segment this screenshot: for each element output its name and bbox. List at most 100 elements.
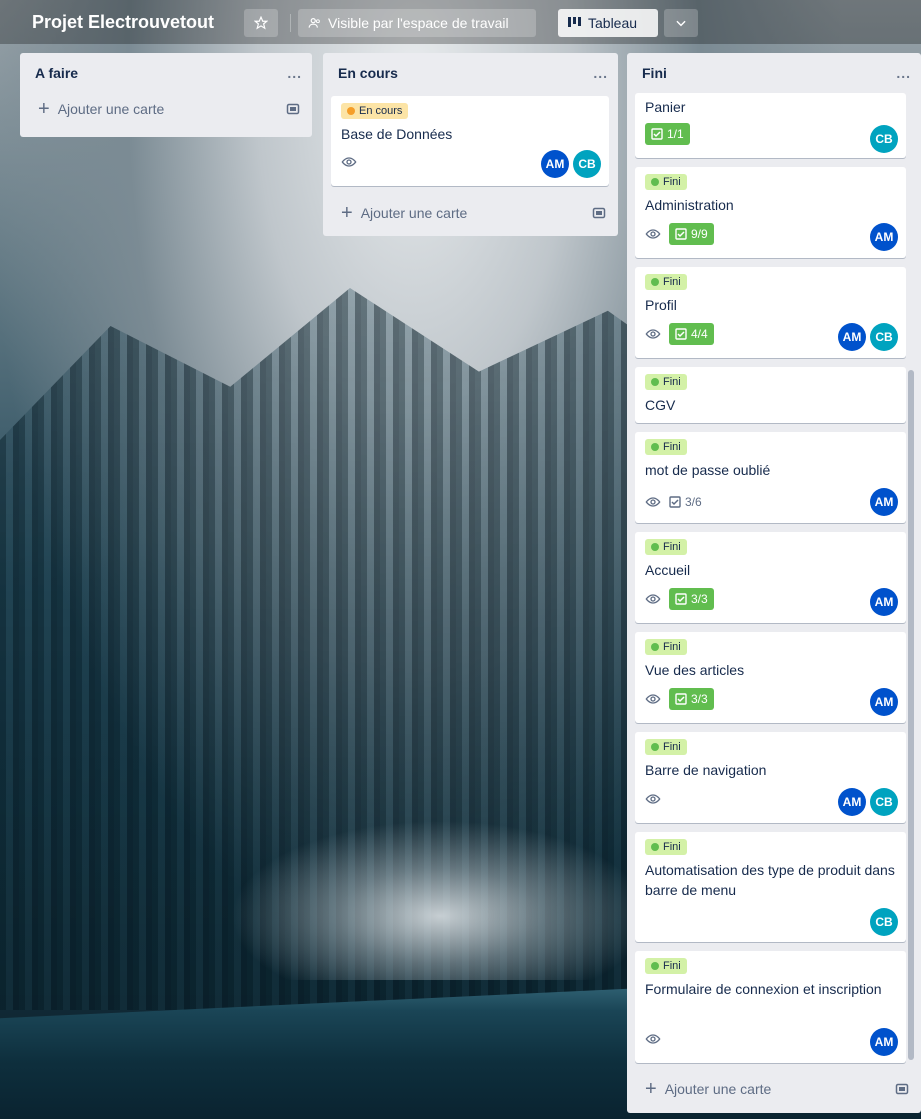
checkbox-icon <box>651 128 663 140</box>
card-members: AM CB <box>838 788 898 816</box>
checklist-badge: 1/1 <box>645 123 690 145</box>
label-fini[interactable]: Fini <box>645 439 687 455</box>
label-fini[interactable]: Fini <box>645 274 687 290</box>
avatar[interactable]: CB <box>870 788 898 816</box>
checkbox-icon <box>675 593 687 605</box>
card-badges: 9/9 <box>645 223 714 245</box>
list-a-faire: A faire ... + Ajouter une carte <box>20 53 312 137</box>
template-icon[interactable] <box>895 1082 909 1096</box>
label-fini[interactable]: Fini <box>645 539 687 555</box>
card-title: Barre de navigation <box>645 762 767 778</box>
checklist-count: 1/1 <box>667 127 684 141</box>
eye-icon <box>645 1034 661 1044</box>
card-title: CGV <box>645 397 676 413</box>
card-title: Vue des articles <box>645 662 745 678</box>
label-dot <box>651 743 659 751</box>
list-header: En cours ... <box>323 53 618 93</box>
label-fini[interactable]: Fini <box>645 174 687 190</box>
avatar[interactable]: CB <box>870 908 898 936</box>
people-icon <box>308 18 320 28</box>
avatar[interactable]: CB <box>870 323 898 351</box>
template-icon[interactable] <box>592 206 606 220</box>
view-switch-button[interactable]: Tableau <box>558 9 658 37</box>
list-title[interactable]: A faire <box>35 65 78 81</box>
card-panier[interactable]: Panier 1/1 CB <box>635 93 906 158</box>
label-text: En cours <box>359 105 403 117</box>
card-badges <box>341 154 357 170</box>
checkbox-icon <box>675 328 687 340</box>
card-members: AM <box>870 588 898 616</box>
eye-icon <box>645 794 661 804</box>
label-en-cours[interactable]: En cours <box>341 103 409 119</box>
card-title: Formulaire de connexion et inscription <box>645 981 882 997</box>
list-menu-button[interactable]: ... <box>287 65 302 81</box>
checkbox-icon <box>675 693 687 705</box>
label-dot <box>651 178 659 186</box>
star-button[interactable] <box>244 9 278 37</box>
label-dot <box>651 543 659 551</box>
label-text: Fini <box>663 541 681 553</box>
label-dot <box>347 107 355 115</box>
list-title[interactable]: Fini <box>642 65 667 81</box>
avatar[interactable]: AM <box>870 588 898 616</box>
avatar[interactable]: AM <box>541 150 569 178</box>
avatar[interactable]: CB <box>870 125 898 153</box>
chevron-down-icon <box>676 20 686 27</box>
card-cgv[interactable]: Fini CGV <box>635 367 906 423</box>
board-header: Projet Electrouvetout Visible par l'espa… <box>0 0 921 44</box>
card-badges: 3/6 <box>645 491 702 513</box>
list-menu-button[interactable]: ... <box>896 65 911 81</box>
avatar[interactable]: AM <box>870 223 898 251</box>
card-administration[interactable]: Fini Administration 9/9 AM <box>635 167 906 258</box>
avatar[interactable]: AM <box>870 1028 898 1056</box>
avatar[interactable]: AM <box>870 688 898 716</box>
card-formulaire-connexion[interactable]: Fini Formulaire de connexion et inscript… <box>635 951 906 1063</box>
avatar[interactable]: AM <box>838 788 866 816</box>
list-fini: Fini ... Panier 1/1 CB Fini Administrati… <box>627 53 921 1113</box>
card-members: AM <box>870 688 898 716</box>
card-automatisation[interactable]: Fini Automatisation des type de produit … <box>635 832 906 942</box>
card-members: AM <box>870 1028 898 1056</box>
card-profil[interactable]: Fini Profil 4/4 AM CB <box>635 267 906 358</box>
template-icon[interactable] <box>286 102 300 116</box>
avatar[interactable]: CB <box>573 150 601 178</box>
avatar[interactable]: AM <box>870 488 898 516</box>
card-badges: 3/3 <box>645 588 714 610</box>
label-dot <box>651 643 659 651</box>
add-card-button[interactable]: + Ajouter une carte <box>627 1073 921 1105</box>
label-fini[interactable]: Fini <box>645 739 687 755</box>
label-fini[interactable]: Fini <box>645 958 687 974</box>
card-mot-de-passe-oublie[interactable]: Fini mot de passe oublié 3/6 AM <box>635 432 906 523</box>
background-snow <box>230 820 650 980</box>
label-fini[interactable]: Fini <box>645 374 687 390</box>
checklist-badge: 3/3 <box>669 588 714 610</box>
checklist-count: 9/9 <box>691 227 708 241</box>
board-title[interactable]: Projet Electrouvetout <box>32 8 214 36</box>
avatar[interactable]: AM <box>838 323 866 351</box>
eye-icon <box>645 329 661 339</box>
card-vue-des-articles[interactable]: Fini Vue des articles 3/3 AM <box>635 632 906 723</box>
label-dot <box>651 443 659 451</box>
add-card-button[interactable]: + Ajouter une carte <box>20 93 312 125</box>
view-dropdown-button[interactable] <box>664 9 698 37</box>
label-text: Fini <box>663 276 681 288</box>
card-title: Profil <box>645 297 677 313</box>
list-title[interactable]: En cours <box>338 65 398 81</box>
visibility-button[interactable]: Visible par l'espace de travail <box>298 9 536 37</box>
checklist-badge: 9/9 <box>669 223 714 245</box>
plus-icon: + <box>38 98 50 120</box>
card-accueil[interactable]: Fini Accueil 3/3 AM <box>635 532 906 623</box>
list-scrollbar[interactable] <box>908 370 914 1060</box>
star-icon <box>254 16 268 30</box>
board-icon <box>568 17 581 27</box>
card-badges <box>645 791 661 807</box>
add-card-button[interactable]: + Ajouter une carte <box>323 197 618 229</box>
list-menu-button[interactable]: ... <box>593 65 608 81</box>
label-dot <box>651 962 659 970</box>
label-fini[interactable]: Fini <box>645 639 687 655</box>
add-card-label: Ajouter une carte <box>664 1081 772 1097</box>
label-fini[interactable]: Fini <box>645 839 687 855</box>
card-barre-de-navigation[interactable]: Fini Barre de navigation AM CB <box>635 732 906 823</box>
card-base-de-donnees[interactable]: En cours Base de Données AM CB <box>331 96 609 186</box>
eye-icon <box>645 594 661 604</box>
